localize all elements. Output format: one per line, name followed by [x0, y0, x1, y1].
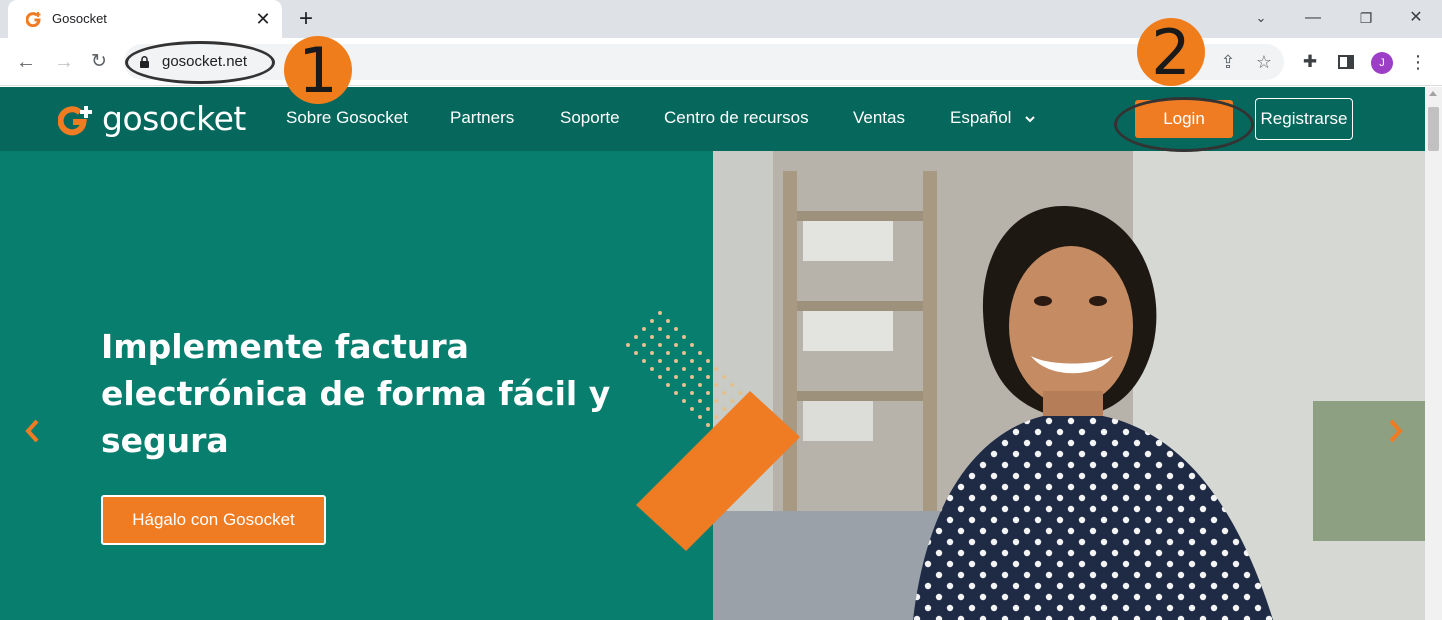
back-arrow-icon[interactable]: ←: [12, 48, 40, 76]
hero-heading-line-1: Implemente factura: [101, 327, 469, 366]
nav-sobre-gosocket[interactable]: Sobre Gosocket: [286, 108, 408, 128]
page-scrollbar[interactable]: [1425, 87, 1442, 620]
tab-title: Gosocket: [52, 11, 107, 26]
gosocket-logo-mark-icon: [58, 106, 92, 136]
logo-wordmark: gosocket: [102, 99, 246, 138]
slider-next-arrow-icon[interactable]: [1384, 413, 1408, 449]
slider-prev-arrow-icon[interactable]: [20, 413, 44, 449]
annotation-step-2: 2: [1137, 18, 1205, 88]
side-panel-glyph-icon: [1338, 55, 1354, 69]
reload-icon[interactable]: ↻: [85, 48, 113, 76]
decorative-shapes: [626, 311, 800, 551]
nav-centro-de-recursos[interactable]: Centro de recursos: [664, 108, 809, 128]
side-panel-icon[interactable]: [1332, 48, 1360, 76]
browser-menu-kebab-icon[interactable]: ⋮: [1404, 48, 1432, 76]
login-button[interactable]: Login: [1135, 100, 1233, 138]
scroll-up-arrow-icon[interactable]: [1429, 91, 1437, 96]
tab-search-chevron-icon[interactable]: ⌄: [1246, 5, 1276, 31]
chevron-down-icon: [1025, 115, 1035, 122]
hero-heading: Implemente factura electrónica de forma …: [101, 323, 621, 464]
nav-language-dropdown[interactable]: Español: [950, 108, 1036, 128]
register-button[interactable]: Registrarse: [1255, 98, 1353, 140]
browser-tab-active[interactable]: Gosocket ✕: [8, 0, 282, 38]
bookmark-star-icon[interactable]: ☆: [1252, 50, 1276, 74]
url-text[interactable]: gosocket.net: [162, 53, 247, 70]
lock-icon: [140, 56, 149, 68]
browser-toolbar: ← → ↻ gosocket.net ⇪ ☆ ✚ J ⋮: [0, 38, 1442, 86]
hero-slider: Implemente factura electrónica de forma …: [0, 151, 1425, 620]
nav-ventas[interactable]: Ventas: [853, 108, 905, 128]
minimize-icon[interactable]: —: [1298, 5, 1328, 31]
share-icon[interactable]: ⇪: [1216, 50, 1240, 74]
extensions-puzzle-icon[interactable]: ✚: [1296, 48, 1324, 76]
hero-heading-line-2: electrónica de forma fácil y: [101, 374, 611, 413]
hero-heading-line-3: segura: [101, 421, 229, 460]
tab-close-icon[interactable]: ✕: [252, 8, 274, 30]
tab-strip: Gosocket ✕ + ⌄ — ❐ ✕: [0, 0, 1442, 38]
restore-icon[interactable]: ❐: [1351, 5, 1381, 31]
scroll-thumb[interactable]: [1428, 107, 1439, 151]
gosocket-favicon-icon: [26, 12, 41, 27]
language-label: Español: [950, 108, 1012, 127]
annotation-step-1: 1: [284, 36, 352, 106]
forward-arrow-icon[interactable]: →: [50, 48, 78, 76]
close-window-icon[interactable]: ✕: [1401, 5, 1431, 31]
nav-soporte[interactable]: Soporte: [560, 108, 620, 128]
profile-avatar[interactable]: J: [1371, 52, 1393, 74]
nav-partners[interactable]: Partners: [450, 108, 514, 128]
site-header: gosocket Sobre Gosocket Partners Soporte…: [0, 87, 1425, 151]
new-tab-plus-icon[interactable]: +: [293, 7, 319, 33]
hero-cta-button[interactable]: Hágalo con Gosocket: [101, 495, 326, 545]
